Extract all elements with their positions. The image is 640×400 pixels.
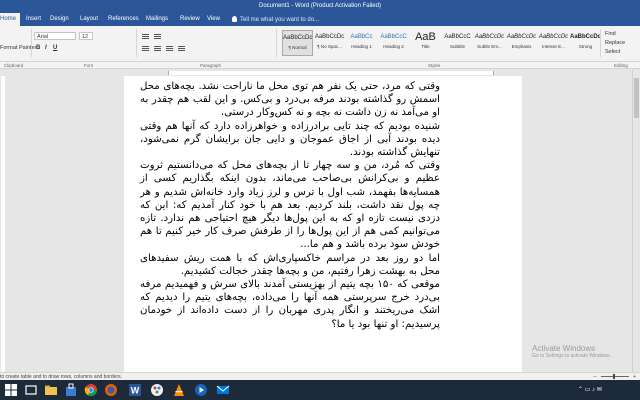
style-name: Subtitle bbox=[449, 44, 465, 49]
style-name: ¶ Normal bbox=[288, 45, 307, 50]
paragraph[interactable]: اما دو روز بعد در مراسم خاکسپاری‌اش که ب… bbox=[140, 252, 440, 278]
style-item[interactable]: AaBbCc Heading 1 bbox=[346, 30, 377, 56]
replace-button[interactable]: Replace bbox=[605, 40, 625, 46]
style-name: Emphasis bbox=[511, 44, 532, 49]
ribbon: Format Painter Arial 12 B I U AaBbCcDc ¶ … bbox=[0, 26, 640, 62]
tab-home[interactable]: Home bbox=[0, 13, 21, 26]
align-right-icon[interactable] bbox=[166, 46, 173, 52]
mail-icon[interactable] bbox=[216, 383, 230, 397]
activate-windows-watermark: Activate Windows Go to Settings to activ… bbox=[532, 344, 611, 359]
lightbulb-icon bbox=[232, 16, 237, 22]
style-name: Heading 1 bbox=[351, 44, 372, 49]
style-item[interactable]: AaBbCcDc Subtle Em... bbox=[474, 30, 505, 56]
align-left-icon[interactable] bbox=[142, 46, 149, 52]
style-item[interactable]: AaBbCcC Heading 2 bbox=[378, 30, 409, 56]
divider bbox=[136, 29, 137, 57]
clipboard-group-label: Clipboard bbox=[4, 63, 24, 68]
tab-layout[interactable]: Layout bbox=[80, 16, 98, 22]
chrome-icon[interactable] bbox=[84, 383, 98, 397]
svg-text:W: W bbox=[131, 386, 140, 396]
style-name: Heading 2 bbox=[383, 44, 404, 49]
style-name: Subtle Em... bbox=[477, 44, 502, 49]
style-name: Strong bbox=[578, 44, 593, 49]
italic-button[interactable]: I bbox=[45, 45, 47, 51]
tab-insert[interactable]: Insert bbox=[26, 16, 41, 22]
style-item[interactable]: AaB Title bbox=[410, 30, 441, 56]
paragraph[interactable]: موقعی که ۱۵۰ بچه یتیم از بهزیستی آمدند ب… bbox=[140, 278, 440, 331]
underline-button[interactable]: U bbox=[53, 45, 57, 51]
firefox-icon[interactable] bbox=[104, 383, 118, 397]
find-button[interactable]: Find bbox=[605, 31, 616, 37]
vlc-icon[interactable] bbox=[172, 383, 186, 397]
justify-icon[interactable] bbox=[178, 46, 185, 52]
document-body[interactable]: وقتی که مرد، حتی یک نفر هم توی محل ما نا… bbox=[140, 80, 440, 331]
style-sample: AaBbCcDc bbox=[506, 34, 537, 40]
document-page[interactable]: وقتی که مرد، حتی یک نفر هم توی محل ما نا… bbox=[124, 76, 522, 372]
task-view-icon[interactable] bbox=[24, 383, 38, 397]
paragraph-group-label: Paragraph bbox=[200, 63, 222, 68]
ribbon-tabs: Home Insert Design Layout References Mai… bbox=[0, 13, 640, 26]
font-size-box[interactable]: 12 bbox=[79, 32, 93, 40]
scrollbar-thumb[interactable] bbox=[634, 78, 639, 118]
style-sample: AaBbCcDc bbox=[314, 34, 345, 40]
paint-icon[interactable] bbox=[150, 383, 164, 397]
style-item[interactable]: AaBbCcDc ¶ No Spac... bbox=[314, 30, 345, 56]
file-explorer-icon[interactable] bbox=[44, 383, 58, 397]
system-tray[interactable]: ⌃ ▭ ♪ ✉ bbox=[578, 386, 602, 393]
paragraph[interactable]: وقتی که مرد، حتی یک نفر هم توی محل ما نا… bbox=[140, 80, 440, 120]
divider bbox=[276, 29, 277, 57]
style-sample: AaBbCcDc bbox=[570, 34, 601, 40]
activate-windows-title: Activate Windows bbox=[532, 344, 596, 353]
editing-group-label: Editing bbox=[614, 63, 628, 68]
tab-view[interactable]: View bbox=[207, 16, 220, 22]
divider bbox=[600, 29, 601, 57]
paragraph[interactable]: شنیده بودیم که چند تایی برادرزاده و خواه… bbox=[140, 120, 440, 160]
align-center-icon[interactable] bbox=[154, 46, 161, 52]
font-name-box[interactable]: Arial bbox=[34, 32, 76, 40]
style-item[interactable]: AaBbCcDc Emphasis bbox=[506, 30, 537, 56]
tab-review[interactable]: Review bbox=[180, 16, 200, 22]
style-sample: AaB bbox=[415, 31, 436, 43]
paragraph[interactable]: وقتی که مُرد، من و سه چهار تا از بچه‌های… bbox=[140, 159, 440, 251]
style-item[interactable]: AaBbCcDc Strong bbox=[570, 30, 601, 56]
status-bar: to create table and to draw rows, column… bbox=[0, 372, 640, 380]
taskbar: W ⌃ ▭ ♪ ✉ bbox=[0, 380, 640, 400]
bold-button[interactable]: B bbox=[36, 45, 40, 51]
media-icon[interactable] bbox=[194, 383, 208, 397]
style-item[interactable]: AaBbCcDc ¶ Normal bbox=[282, 30, 313, 56]
vertical-ruler[interactable] bbox=[0, 76, 6, 372]
select-button[interactable]: Select bbox=[605, 49, 620, 55]
style-sample: AaBbCcC bbox=[380, 34, 407, 40]
style-name: Intense E... bbox=[542, 44, 565, 49]
style-sample: AaBbCcC bbox=[444, 34, 471, 40]
numbering-icon[interactable] bbox=[154, 34, 161, 40]
style-name: Title bbox=[421, 44, 430, 49]
windows-icon[interactable] bbox=[4, 383, 18, 397]
divider bbox=[31, 29, 32, 57]
font-group-label: Font bbox=[84, 63, 94, 68]
tab-references[interactable]: References bbox=[108, 16, 139, 22]
activate-windows-subtitle: Go to Settings to activate Windows. bbox=[532, 353, 611, 359]
tell-me-box[interactable]: Tell me what you want to do... bbox=[232, 16, 319, 23]
vertical-scrollbar[interactable] bbox=[632, 70, 640, 372]
style-name: ¶ No Spac... bbox=[317, 44, 342, 49]
tab-mailings[interactable]: Mailings bbox=[146, 16, 168, 22]
styles-group-label: Styles bbox=[428, 63, 441, 68]
store-icon[interactable] bbox=[64, 383, 78, 397]
window-title: Document1 - Word (Product Activation Fai… bbox=[259, 3, 381, 9]
style-sample: AaBbCcDc bbox=[538, 34, 569, 40]
ribbon-group-labels: Clipboard Font Paragraph Styles Editing bbox=[0, 62, 640, 69]
style-sample: AaBbCcDc bbox=[474, 34, 505, 40]
tab-design[interactable]: Design bbox=[50, 16, 69, 22]
style-sample: AaBbCcDc bbox=[283, 35, 312, 41]
bullets-icon[interactable] bbox=[142, 34, 149, 40]
style-item[interactable]: AaBbCcDc Intense E... bbox=[538, 30, 569, 56]
style-item[interactable]: AaBbCcC Subtitle bbox=[442, 30, 473, 56]
style-sample: AaBbCc bbox=[350, 34, 373, 40]
tell-me-text: Tell me what you want to do... bbox=[240, 17, 320, 23]
word-icon[interactable]: W bbox=[128, 383, 142, 397]
title-bar: Document1 - Word (Product Activation Fai… bbox=[0, 0, 640, 13]
